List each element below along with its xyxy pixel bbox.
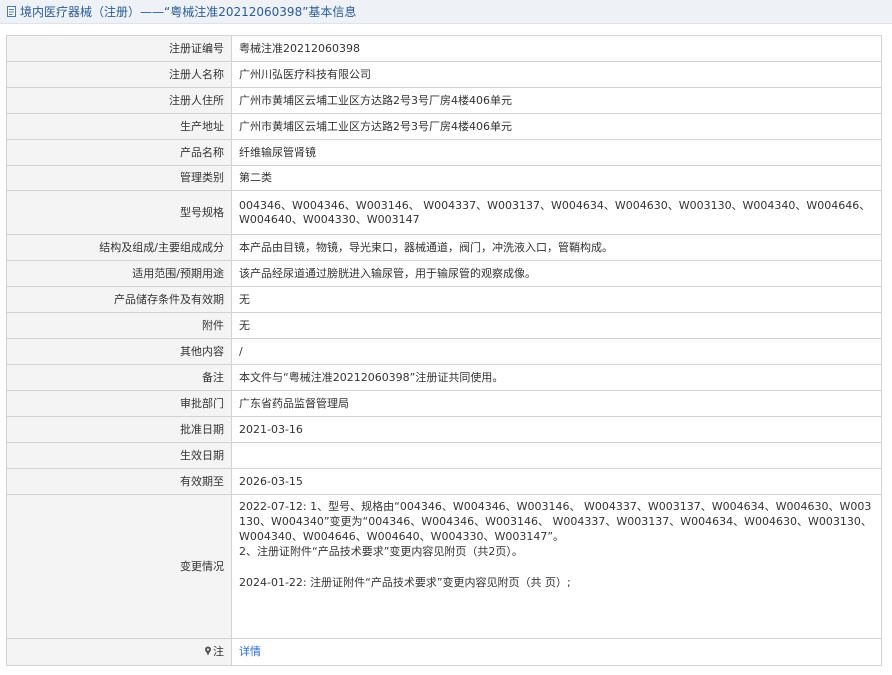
field-value: 本产品由目镜，物镜，导光束口，器械通道，阀门，冲洗液入口，管鞘构成。 (231, 234, 882, 261)
table-row: 型号规格 004346、W004346、W003146、 W004337、W00… (6, 190, 882, 235)
field-value: 无 (231, 312, 882, 339)
document-icon (7, 6, 16, 17)
change-entry: 2022-07-12: 1、型号、规格由“004346、W004346、W003… (239, 500, 872, 543)
change-history: 2022-07-12: 1、型号、规格由“004346、W004346、W003… (231, 494, 882, 639)
field-label: 注册人住所 (6, 87, 232, 114)
field-label: 生产地址 (6, 113, 232, 140)
table-row: 注册人名称 广州川弘医疗科技有限公司 (6, 61, 882, 88)
field-label: 型号规格 (6, 190, 232, 235)
field-value: / (231, 338, 882, 365)
table-row-note: 注 详情 (6, 638, 882, 666)
field-label: 审批部门 (6, 390, 232, 417)
change-entry: 2、注册证附件“产品技术要求”变更内容见附页（共2页）。 (239, 545, 523, 558)
field-label: 产品名称 (6, 139, 232, 166)
table-row: 注册证编号 粤械注准20212060398 (6, 35, 882, 62)
note-label-cell: 注 (6, 638, 232, 666)
field-label: 管理类别 (6, 165, 232, 191)
field-value: 004346、W004346、W003146、 W004337、W003137、… (231, 190, 882, 235)
table-row: 备注 本文件与“粤械注准20212060398”注册证共同使用。 (6, 364, 882, 391)
field-value: 无 (231, 286, 882, 313)
table-row: 审批部门 广东省药品监督管理局 (6, 390, 882, 417)
table-row-changes: 变更情况 2022-07-12: 1、型号、规格由“004346、W004346… (6, 494, 882, 639)
table-row: 产品名称 纤维输尿管肾镜 (6, 139, 882, 166)
details-link[interactable]: 详情 (239, 645, 261, 658)
table-row: 生效日期 (6, 442, 882, 469)
field-label: 适用范围/预期用途 (6, 260, 232, 287)
field-label: 产品储存条件及有效期 (6, 286, 232, 313)
field-value: 2021-03-16 (231, 416, 882, 443)
field-label: 变更情况 (6, 494, 232, 639)
field-label: 生效日期 (6, 442, 232, 469)
field-value: 广州市黄埔区云埔工业区方达路2号3号厂房4楼406单元 (231, 113, 882, 140)
table-row: 结构及组成/主要组成成分 本产品由目镜，物镜，导光束口，器械通道，阀门，冲洗液入… (6, 234, 882, 261)
table-row: 注册人住所 广州市黄埔区云埔工业区方达路2号3号厂房4楼406单元 (6, 87, 882, 114)
page-header: 境内医疗器械（注册）——“粤械注准20212060398”基本信息 (0, 0, 892, 24)
table-row: 其他内容 / (6, 338, 882, 365)
field-value: 广东省药品监督管理局 (231, 390, 882, 417)
field-label: 结构及组成/主要组成成分 (6, 234, 232, 261)
field-label: 附件 (6, 312, 232, 339)
table-row: 有效期至 2026-03-15 (6, 468, 882, 495)
table-row: 适用范围/预期用途 该产品经尿道通过膀胱进入输尿管，用于输尿管的观察成像。 (6, 260, 882, 287)
field-value: 广州川弘医疗科技有限公司 (231, 61, 882, 88)
field-label: 批准日期 (6, 416, 232, 443)
table-row: 批准日期 2021-03-16 (6, 416, 882, 443)
table-row: 产品储存条件及有效期 无 (6, 286, 882, 313)
note-value: 详情 (231, 638, 882, 666)
note-label: 注 (213, 645, 224, 658)
field-value: 纤维输尿管肾镜 (231, 139, 882, 166)
device-info-table: 注册证编号 粤械注准20212060398 注册人名称 广州川弘医疗科技有限公司… (6, 35, 882, 666)
pin-icon (205, 646, 211, 656)
field-label: 注册证编号 (6, 35, 232, 62)
table-row: 管理类别 第二类 (6, 165, 882, 191)
field-value: 粤械注准20212060398 (231, 35, 882, 62)
field-label: 其他内容 (6, 338, 232, 365)
field-value: 第二类 (231, 165, 882, 191)
change-entry: 2024-01-22: 注册证附件“产品技术要求”变更内容见附页（共 页）; (239, 576, 571, 589)
page-title: 境内医疗器械（注册）——“粤械注准20212060398”基本信息 (20, 4, 357, 19)
field-label: 注册人名称 (6, 61, 232, 88)
field-value: 该产品经尿道通过膀胱进入输尿管，用于输尿管的观察成像。 (231, 260, 882, 287)
field-label: 有效期至 (6, 468, 232, 495)
field-value: 本文件与“粤械注准20212060398”注册证共同使用。 (231, 364, 882, 391)
field-value (231, 442, 882, 469)
field-value: 广州市黄埔区云埔工业区方达路2号3号厂房4楼406单元 (231, 87, 882, 114)
field-value: 2026-03-15 (231, 468, 882, 495)
table-row: 生产地址 广州市黄埔区云埔工业区方达路2号3号厂房4楼406单元 (6, 113, 882, 140)
field-label: 备注 (6, 364, 232, 391)
table-row: 附件 无 (6, 312, 882, 339)
